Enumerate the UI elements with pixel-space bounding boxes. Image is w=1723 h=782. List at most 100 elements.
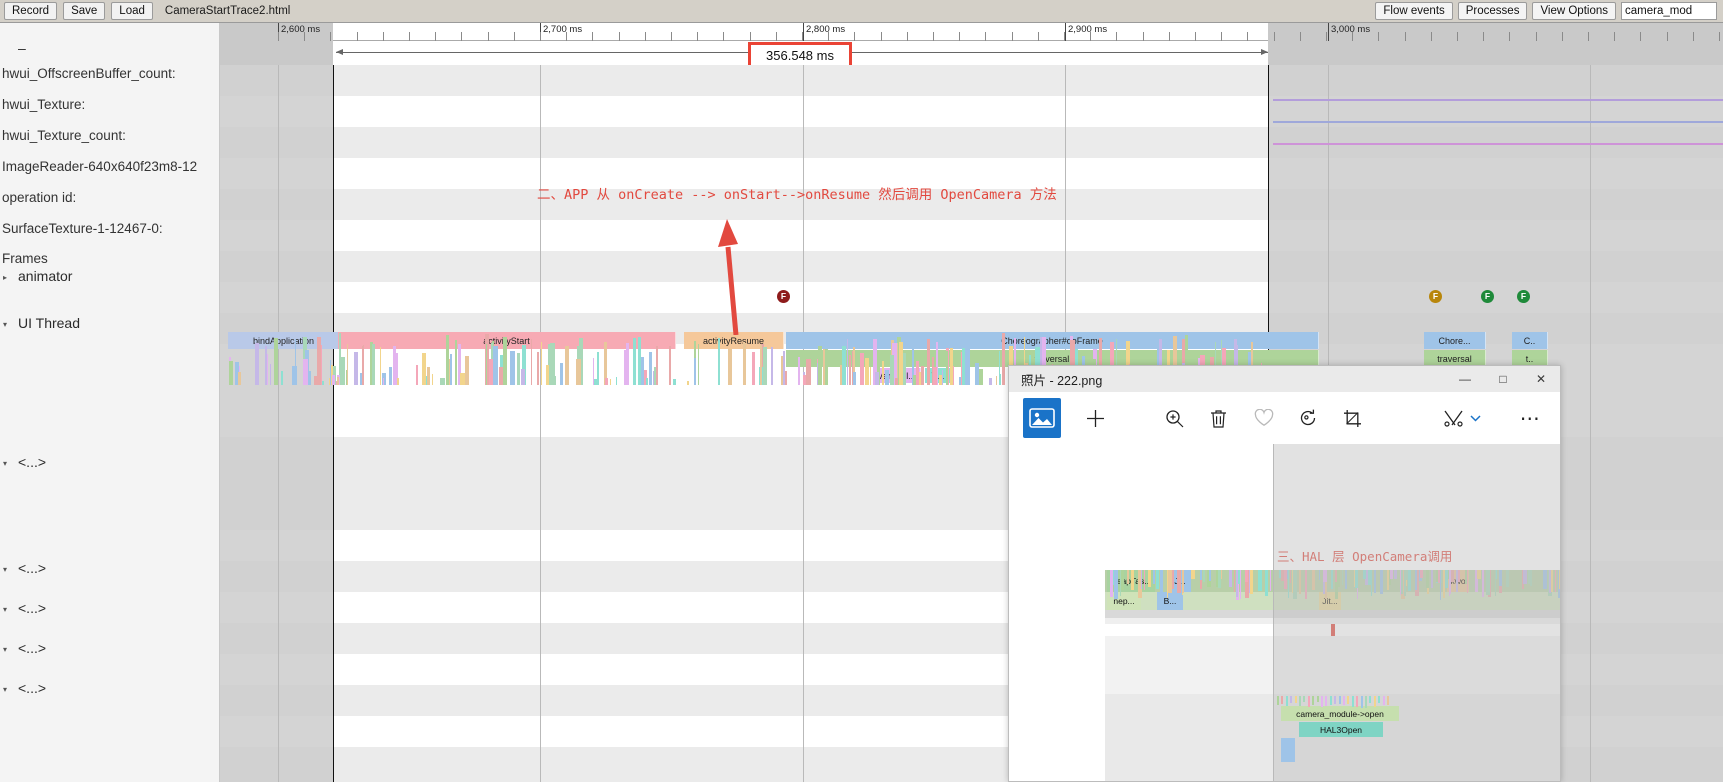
trace-subslice[interactable]	[889, 355, 895, 385]
minimize-icon[interactable]: —	[1446, 366, 1484, 392]
trace-subslice[interactable]	[540, 342, 543, 385]
trace-subslice[interactable]	[806, 359, 811, 385]
record-button[interactable]: Record	[4, 2, 58, 20]
trace-subslice[interactable]	[270, 363, 272, 385]
track-name-row[interactable]: Frames	[0, 251, 212, 266]
trace-subslice[interactable]	[864, 357, 870, 385]
trace-subslice[interactable]	[974, 362, 980, 385]
trace-subslice[interactable]	[516, 352, 521, 385]
category-filter-input[interactable]: camera_mod	[1621, 2, 1717, 20]
trace-slice[interactable]: Chore...	[1424, 332, 1486, 349]
trace-subslice[interactable]	[952, 366, 955, 385]
trace-subslice[interactable]	[995, 375, 998, 385]
trace-subslice[interactable]	[686, 380, 689, 385]
save-button[interactable]: Save	[63, 2, 106, 20]
trace-subslice[interactable]	[372, 343, 375, 385]
trace-subslice[interactable]	[564, 346, 570, 385]
trace-slice[interactable]: bindApplication	[228, 332, 340, 349]
track-name-row[interactable]: hwui_Texture:	[0, 97, 212, 112]
trace-subslice[interactable]	[1002, 333, 1006, 385]
trace-subslice[interactable]	[698, 344, 700, 385]
trace-slice[interactable]: Choreographer#doFrame	[786, 332, 1319, 349]
trace-subslice[interactable]	[531, 338, 533, 385]
trace-subslice[interactable]	[824, 349, 829, 385]
chevron-down-icon[interactable]	[1470, 398, 1481, 438]
track-name-row[interactable]: SurfaceTexture-1-12467-0:	[0, 221, 212, 236]
trace-subslice[interactable]	[488, 358, 494, 385]
trace-subslice[interactable]	[803, 374, 806, 385]
trace-subslice[interactable]	[851, 350, 854, 385]
chevron-down-icon[interactable]: ▾	[0, 565, 10, 574]
flow-event-dot[interactable]: F	[1481, 290, 1494, 303]
trace-subslice[interactable]	[331, 374, 336, 385]
trace-subslice[interactable]	[346, 344, 349, 385]
trace-subslice[interactable]	[882, 361, 884, 385]
trace-subslice[interactable]	[921, 366, 924, 385]
trace-subslice[interactable]	[989, 377, 992, 385]
trace-subslice[interactable]	[273, 337, 279, 385]
track-name-row[interactable]: –	[0, 40, 219, 56]
trace-subslice[interactable]	[340, 356, 345, 385]
trace-subslice[interactable]	[870, 367, 871, 385]
track-name-row[interactable]: ▸ animator	[0, 268, 219, 284]
trace-subslice[interactable]	[431, 373, 433, 385]
trace-subslice[interactable]	[440, 377, 445, 385]
trace-subslice[interactable]	[576, 359, 581, 385]
chevron-down-icon[interactable]: ▾	[0, 459, 10, 468]
trace-subslice[interactable]	[945, 351, 949, 385]
trace-subslice[interactable]	[668, 346, 672, 385]
add-icon[interactable]	[1081, 398, 1112, 438]
zoom-in-icon[interactable]	[1159, 398, 1190, 438]
track-name-row[interactable]: hwui_OffscreenBuffer_count:	[0, 66, 212, 81]
trace-subslice[interactable]	[503, 336, 508, 385]
trace-subslice[interactable]	[727, 348, 732, 385]
trace-subslice[interactable]	[521, 369, 526, 385]
photo-viewer-window[interactable]: 照片 - 222.png — □ ✕ ⋯ 三、HAL 层 OpenCamera调…	[1008, 365, 1561, 782]
track-name-row[interactable]: ▾ UI Thread	[0, 315, 219, 331]
trace-subslice[interactable]	[422, 352, 427, 385]
trace-subslice[interactable]	[694, 357, 696, 385]
trace-subslice[interactable]	[280, 370, 284, 385]
trace-subslice[interactable]	[321, 381, 325, 385]
trace-subslice[interactable]	[654, 367, 657, 385]
trace-subslice[interactable]	[455, 339, 457, 385]
load-button[interactable]: Load	[111, 2, 153, 20]
trace-subslice[interactable]	[427, 366, 430, 385]
trace-subslice[interactable]	[884, 369, 889, 385]
track-name-column[interactable]: – hwui_OffscreenBuffer_count: hwui_Texture…	[0, 23, 220, 782]
crop-icon[interactable]	[1337, 398, 1368, 438]
time-ruler[interactable]: 2,600 ms 2,700 ms 2,800 ms 2,900 ms 3,000 ms	[220, 23, 1723, 41]
trace-subslice[interactable]	[560, 362, 564, 385]
trace-subslice[interactable]	[237, 371, 241, 385]
trace-subslice[interactable]	[818, 345, 823, 385]
trace-subslice[interactable]	[965, 342, 970, 385]
flow-event-dot[interactable]: F	[1429, 290, 1442, 303]
trace-subslice[interactable]	[875, 371, 880, 385]
track-name-row[interactable]: ▾ <...>	[0, 640, 219, 656]
trace-subslice[interactable]	[605, 377, 609, 385]
delete-icon[interactable]	[1204, 398, 1235, 438]
chevron-down-icon[interactable]: ▾	[0, 320, 10, 329]
trace-subslice[interactable]	[942, 369, 944, 385]
chevron-down-icon[interactable]: ▾	[0, 645, 10, 654]
trace-subslice[interactable]	[449, 354, 453, 385]
trace-subslice[interactable]	[785, 370, 787, 385]
flow-event-dot[interactable]: F	[777, 290, 790, 303]
trace-subslice[interactable]	[927, 339, 931, 385]
track-name-row[interactable]: ▾ <...>	[0, 560, 219, 576]
trace-subslice[interactable]	[592, 358, 595, 385]
trace-subslice[interactable]	[609, 378, 612, 385]
trace-subslice[interactable]	[798, 357, 800, 385]
trace-subslice[interactable]	[445, 335, 449, 385]
view-options-button[interactable]: View Options	[1532, 2, 1616, 20]
trace-subslice[interactable]	[255, 343, 260, 385]
trace-subslice[interactable]	[415, 364, 418, 385]
photo-window-titlebar[interactable]: 照片 - 222.png — □ ✕	[1009, 366, 1560, 392]
trace-subslice[interactable]	[763, 347, 768, 385]
trace-subslice[interactable]	[550, 343, 555, 385]
trace-subslice[interactable]	[623, 349, 628, 385]
trace-subslice[interactable]	[743, 343, 746, 385]
chevron-right-icon[interactable]: ▸	[0, 273, 10, 282]
track-name-row[interactable]: ▾ <...>	[0, 600, 219, 616]
favorite-icon[interactable]	[1248, 398, 1279, 438]
